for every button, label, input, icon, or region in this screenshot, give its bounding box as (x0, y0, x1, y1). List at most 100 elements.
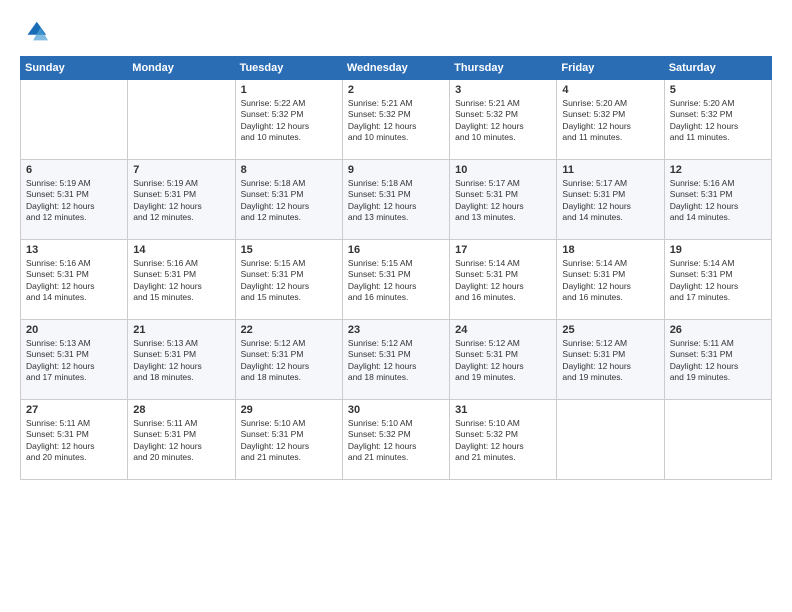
day-info: Sunrise: 5:15 AM Sunset: 5:31 PM Dayligh… (348, 258, 444, 304)
calendar-cell (664, 400, 771, 480)
day-info: Sunrise: 5:14 AM Sunset: 5:31 PM Dayligh… (670, 258, 766, 304)
calendar-cell: 21Sunrise: 5:13 AM Sunset: 5:31 PM Dayli… (128, 320, 235, 400)
day-number: 4 (562, 84, 658, 96)
calendar-weekday-thursday: Thursday (450, 57, 557, 80)
day-info: Sunrise: 5:13 AM Sunset: 5:31 PM Dayligh… (26, 338, 122, 384)
day-number: 1 (241, 84, 337, 96)
calendar-cell: 23 Sunrise: 5:12 AM Sunset: 5:31 PM Dayli… (342, 320, 449, 400)
day-info: Sunrise: 5:21 AM Sunset: 5:32 PM Dayligh… (455, 98, 551, 144)
day-number: 20 (26, 324, 122, 336)
day-number: 9 (348, 164, 444, 176)
calendar-weekday-tuesday: Tuesday (235, 57, 342, 80)
day-info: Sunrise: 5:12 AM Sunset: 5:31 PM Dayligh… (562, 338, 658, 384)
calendar-cell: 27Sunrise: 5:11 AM Sunset: 5:31 PM Dayli… (21, 400, 128, 480)
calendar-week-2: 6Sunrise: 5:19 AM Sunset: 5:31 PM Daylig… (21, 160, 772, 240)
calendar-weekday-monday: Monday (128, 57, 235, 80)
day-info: Sunrise: 5:12 AM Sunset: 5:31 PM Dayligh… (348, 338, 444, 384)
calendar-cell: 14 Sunrise: 5:16 AM Sunset: 5:31 PM Dayli… (128, 240, 235, 320)
calendar-weekday-saturday: Saturday (664, 57, 771, 80)
calendar-week-3: 13Sunrise: 5:16 AM Sunset: 5:31 PM Dayli… (21, 240, 772, 320)
logo (20, 18, 52, 46)
logo-icon (20, 18, 48, 46)
day-info: Sunrise: 5:18 AM Sunset: 5:31 PM Dayligh… (348, 178, 444, 224)
day-info: Sunrise: 5:14 AM Sunset: 5:31 PM Dayligh… (455, 258, 551, 304)
calendar-cell: 17 Sunrise: 5:14 AM Sunset: 5:31 PM Dayli… (450, 240, 557, 320)
day-info: Sunrise: 5:10 AM Sunset: 5:32 PM Dayligh… (348, 418, 444, 464)
calendar-cell: 5 Sunrise: 5:20 AM Sunset: 5:32 PM Daylig… (664, 80, 771, 160)
day-info: Sunrise: 5:15 AM Sunset: 5:31 PM Dayligh… (241, 258, 337, 304)
calendar-weekday-sunday: Sunday (21, 57, 128, 80)
page: SundayMondayTuesdayWednesdayThursdayFrid… (0, 0, 792, 612)
calendar-cell: 9 Sunrise: 5:18 AM Sunset: 5:31 PM Daylig… (342, 160, 449, 240)
day-number: 18 (562, 244, 658, 256)
day-info: Sunrise: 5:14 AM Sunset: 5:31 PM Dayligh… (562, 258, 658, 304)
calendar-cell: 10Sunrise: 5:17 AM Sunset: 5:31 PM Dayli… (450, 160, 557, 240)
calendar-cell: 12 Sunrise: 5:16 AM Sunset: 5:31 PM Dayli… (664, 160, 771, 240)
calendar-header-row: SundayMondayTuesdayWednesdayThursdayFrid… (21, 57, 772, 80)
day-number: 25 (562, 324, 658, 336)
calendar-table: SundayMondayTuesdayWednesdayThursdayFrid… (20, 56, 772, 480)
calendar-week-1: 1 Sunrise: 5:22 AM Sunset: 5:32 PM Daylig… (21, 80, 772, 160)
calendar-week-5: 27Sunrise: 5:11 AM Sunset: 5:31 PM Dayli… (21, 400, 772, 480)
day-number: 10 (455, 164, 551, 176)
calendar-cell: 29 Sunrise: 5:10 AM Sunset: 5:31 PM Dayli… (235, 400, 342, 480)
day-info: Sunrise: 5:22 AM Sunset: 5:32 PM Dayligh… (241, 98, 337, 144)
day-number: 22 (241, 324, 337, 336)
day-info: Sunrise: 5:12 AM Sunset: 5:31 PM Dayligh… (455, 338, 551, 384)
calendar-cell: 3 Sunrise: 5:21 AM Sunset: 5:32 PM Daylig… (450, 80, 557, 160)
day-number: 21 (133, 324, 229, 336)
calendar-cell: 15 Sunrise: 5:15 AM Sunset: 5:31 PM Dayli… (235, 240, 342, 320)
calendar-cell: 25 Sunrise: 5:12 AM Sunset: 5:31 PM Dayli… (557, 320, 664, 400)
day-number: 23 (348, 324, 444, 336)
calendar-weekday-friday: Friday (557, 57, 664, 80)
day-info: Sunrise: 5:10 AM Sunset: 5:32 PM Dayligh… (455, 418, 551, 464)
day-number: 12 (670, 164, 766, 176)
calendar-cell: 26 Sunrise: 5:11 AM Sunset: 5:31 PM Dayli… (664, 320, 771, 400)
day-info: Sunrise: 5:20 AM Sunset: 5:32 PM Dayligh… (670, 98, 766, 144)
day-number: 5 (670, 84, 766, 96)
calendar-cell (128, 80, 235, 160)
day-info: Sunrise: 5:20 AM Sunset: 5:32 PM Dayligh… (562, 98, 658, 144)
day-info: Sunrise: 5:16 AM Sunset: 5:31 PM Dayligh… (133, 258, 229, 304)
day-info: Sunrise: 5:18 AM Sunset: 5:31 PM Dayligh… (241, 178, 337, 224)
calendar-cell: 19 Sunrise: 5:14 AM Sunset: 5:31 PM Dayli… (664, 240, 771, 320)
calendar-cell: 30Sunrise: 5:10 AM Sunset: 5:32 PM Dayli… (342, 400, 449, 480)
header (20, 18, 772, 46)
calendar-cell (557, 400, 664, 480)
calendar-cell: 20 Sunrise: 5:13 AM Sunset: 5:31 PM Dayli… (21, 320, 128, 400)
day-number: 26 (670, 324, 766, 336)
day-info: Sunrise: 5:19 AM Sunset: 5:31 PM Dayligh… (133, 178, 229, 224)
calendar-cell: 13Sunrise: 5:16 AM Sunset: 5:31 PM Dayli… (21, 240, 128, 320)
day-number: 8 (241, 164, 337, 176)
day-info: Sunrise: 5:10 AM Sunset: 5:31 PM Dayligh… (241, 418, 337, 464)
calendar-cell: 2 Sunrise: 5:21 AM Sunset: 5:32 PM Daylig… (342, 80, 449, 160)
day-number: 14 (133, 244, 229, 256)
day-info: Sunrise: 5:16 AM Sunset: 5:31 PM Dayligh… (670, 178, 766, 224)
calendar-cell: 16 Sunrise: 5:15 AM Sunset: 5:31 PM Dayli… (342, 240, 449, 320)
day-info: Sunrise: 5:11 AM Sunset: 5:31 PM Dayligh… (670, 338, 766, 384)
calendar-cell: 24 Sunrise: 5:12 AM Sunset: 5:31 PM Dayli… (450, 320, 557, 400)
calendar-cell: 6Sunrise: 5:19 AM Sunset: 5:31 PM Daylig… (21, 160, 128, 240)
calendar-cell: 28Sunrise: 5:11 AM Sunset: 5:31 PM Dayli… (128, 400, 235, 480)
calendar-cell (21, 80, 128, 160)
day-number: 2 (348, 84, 444, 96)
day-number: 29 (241, 404, 337, 416)
day-number: 7 (133, 164, 229, 176)
day-number: 17 (455, 244, 551, 256)
calendar-cell: 4 Sunrise: 5:20 AM Sunset: 5:32 PM Daylig… (557, 80, 664, 160)
calendar-week-4: 20 Sunrise: 5:13 AM Sunset: 5:31 PM Dayli… (21, 320, 772, 400)
calendar-cell: 22 Sunrise: 5:12 AM Sunset: 5:31 PM Dayli… (235, 320, 342, 400)
day-info: Sunrise: 5:12 AM Sunset: 5:31 PM Dayligh… (241, 338, 337, 384)
day-number: 16 (348, 244, 444, 256)
calendar-cell: 31Sunrise: 5:10 AM Sunset: 5:32 PM Dayli… (450, 400, 557, 480)
day-info: Sunrise: 5:19 AM Sunset: 5:31 PM Dayligh… (26, 178, 122, 224)
day-info: Sunrise: 5:21 AM Sunset: 5:32 PM Dayligh… (348, 98, 444, 144)
day-number: 11 (562, 164, 658, 176)
day-number: 24 (455, 324, 551, 336)
day-number: 19 (670, 244, 766, 256)
day-number: 15 (241, 244, 337, 256)
calendar-weekday-wednesday: Wednesday (342, 57, 449, 80)
day-number: 3 (455, 84, 551, 96)
day-number: 28 (133, 404, 229, 416)
day-info: Sunrise: 5:11 AM Sunset: 5:31 PM Dayligh… (26, 418, 122, 464)
